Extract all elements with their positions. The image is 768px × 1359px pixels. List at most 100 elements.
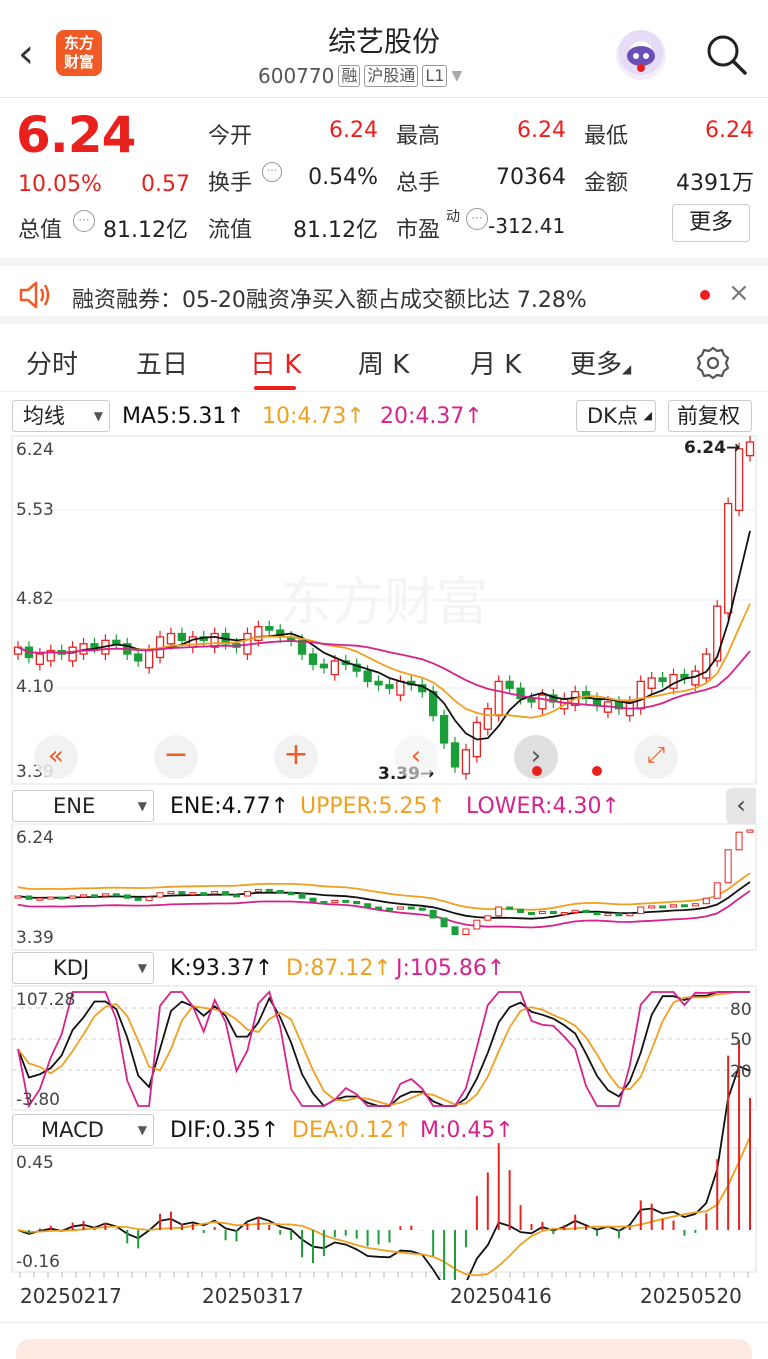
kdj-selector[interactable]: KDJ ▼ <box>12 952 154 984</box>
ene-candle <box>265 888 273 892</box>
info-icon[interactable]: ··· <box>73 210 95 232</box>
ene-candle <box>648 905 656 909</box>
ene-candle <box>342 899 350 903</box>
ene-candle <box>47 896 55 900</box>
mktcap-value: 81.12亿 <box>103 218 188 243</box>
ene-lower: LOWER:4.30↑ <box>466 794 620 819</box>
ene-candle <box>407 906 415 910</box>
ene-candle <box>14 895 22 899</box>
ma10-value: 10:4.73↑ <box>262 404 365 429</box>
ene-candle <box>276 890 284 894</box>
ene-candle <box>637 906 645 915</box>
ma20-value: 20:4.37↑ <box>380 404 483 429</box>
ene-candle <box>746 829 754 833</box>
ene-candle <box>189 892 197 896</box>
turnover-info-icon[interactable]: ··· <box>262 162 282 182</box>
candle-body <box>385 684 394 689</box>
search-button[interactable] <box>704 32 748 76</box>
stock-subtitle[interactable]: 600770 融 沪股通 L1 ▼ <box>258 64 462 88</box>
kdj-level-20: 20 <box>730 1062 752 1082</box>
kline-chart-area[interactable]: 东方财富 <box>0 430 768 1280</box>
ene-candle <box>211 891 219 895</box>
candle-body <box>461 749 471 775</box>
ene-candle <box>178 891 186 895</box>
open-value: 6.24 <box>329 118 378 143</box>
settings-gear-icon[interactable] <box>696 346 730 380</box>
dk-point-button[interactable]: DK点 ◢ <box>576 400 656 432</box>
candle-body <box>494 680 503 717</box>
candle-body <box>713 605 722 662</box>
ma-selector[interactable]: 均线 ▼ <box>12 400 110 432</box>
zoom-out-button[interactable]: − <box>154 735 198 779</box>
more-quote-button[interactable]: 更多 <box>672 204 750 242</box>
close-notice-icon[interactable]: × <box>728 278 750 308</box>
tab-monthly-k[interactable]: 月 K <box>470 344 521 381</box>
kdj-axis-top: 107.28 <box>16 990 76 1010</box>
macd-dif-line <box>17 1065 751 1280</box>
ene-candle <box>680 904 688 908</box>
ene-candle <box>538 910 546 915</box>
tab-daily-k[interactable]: 日 K <box>250 344 301 381</box>
tab-weekly-k[interactable]: 周 K <box>358 344 409 381</box>
candle-body <box>177 632 187 642</box>
bottom-action-panel[interactable] <box>16 1339 752 1359</box>
ene-candle <box>309 897 317 903</box>
ene-candle <box>233 894 241 898</box>
ene-candle <box>473 919 481 930</box>
ene-candle <box>527 912 535 915</box>
candle-body <box>265 626 274 631</box>
date-label-1: 20250217 <box>20 1284 122 1308</box>
ene-candle <box>375 906 383 910</box>
kdj-j-line <box>17 990 750 1109</box>
pe-info-icon[interactable]: ··· <box>466 208 488 230</box>
scroll-left-fast-button[interactable]: « <box>34 735 78 779</box>
ene-candle <box>484 915 492 921</box>
ene-candle <box>364 903 372 908</box>
tab-five-day[interactable]: 五日 <box>136 344 188 381</box>
tab-more[interactable]: 更多◢ <box>570 344 631 381</box>
prev-candle-button[interactable]: ‹ <box>394 735 438 779</box>
pe-label: 市盈 <box>396 218 441 243</box>
ma5-value: MA5:5.31↑ <box>122 404 245 429</box>
stock-code: 600770 <box>258 64 335 88</box>
ene-selector[interactable]: ENE ▼ <box>12 790 154 822</box>
candle-body <box>90 643 99 648</box>
candle-body <box>647 677 656 689</box>
ene-candle <box>571 909 579 913</box>
price-adjust-button[interactable]: 前复权 <box>668 400 752 432</box>
tag-margin: 融 <box>338 65 361 87</box>
ene-axis-top: 6.24 <box>16 828 54 848</box>
price-axis-4: 4.10 <box>16 677 54 697</box>
candle-body <box>439 714 449 744</box>
candle-body <box>483 708 492 730</box>
ene-candle <box>615 913 623 917</box>
macd-selector[interactable]: MACD ▼ <box>12 1114 154 1146</box>
ene-candle <box>90 894 98 898</box>
caret-down-icon: ▼ <box>451 68 463 84</box>
change-amount: 0.57 <box>141 172 190 197</box>
header-bar: ‹ 东方 财富 综艺股份 600770 融 沪股通 L1 ▼ <box>0 0 768 98</box>
fullscreen-icon[interactable]: ⤢ <box>634 735 678 779</box>
candle-body <box>308 653 318 665</box>
ene-candle <box>702 897 710 905</box>
unread-dot <box>700 290 710 300</box>
collapse-panel-button[interactable]: ‹ <box>726 788 756 824</box>
pe-superscript: 动 <box>446 209 460 225</box>
ene-candle <box>58 896 66 900</box>
zoom-in-button[interactable]: + <box>274 735 318 779</box>
ene-candle <box>626 913 634 917</box>
candle-body <box>636 680 645 710</box>
ene-candle <box>691 903 699 907</box>
candle-body <box>319 663 329 669</box>
ene-candle <box>659 905 667 909</box>
ene-candle <box>713 882 721 899</box>
ene-value: ENE:4.77↑ <box>170 794 290 819</box>
notice-bar[interactable]: 融资融券：05-20融资净买入额占成交额比达 7.28% × <box>0 258 768 324</box>
date-label-3: 20250416 <box>450 1284 552 1308</box>
volume-value: 70364 <box>496 165 566 190</box>
ene-candle <box>418 907 426 911</box>
assistant-robot-icon[interactable] <box>616 30 666 80</box>
tab-intraday[interactable]: 分时 <box>26 344 78 381</box>
candle-body <box>68 646 77 662</box>
pe-value: -312.41 <box>488 214 566 238</box>
